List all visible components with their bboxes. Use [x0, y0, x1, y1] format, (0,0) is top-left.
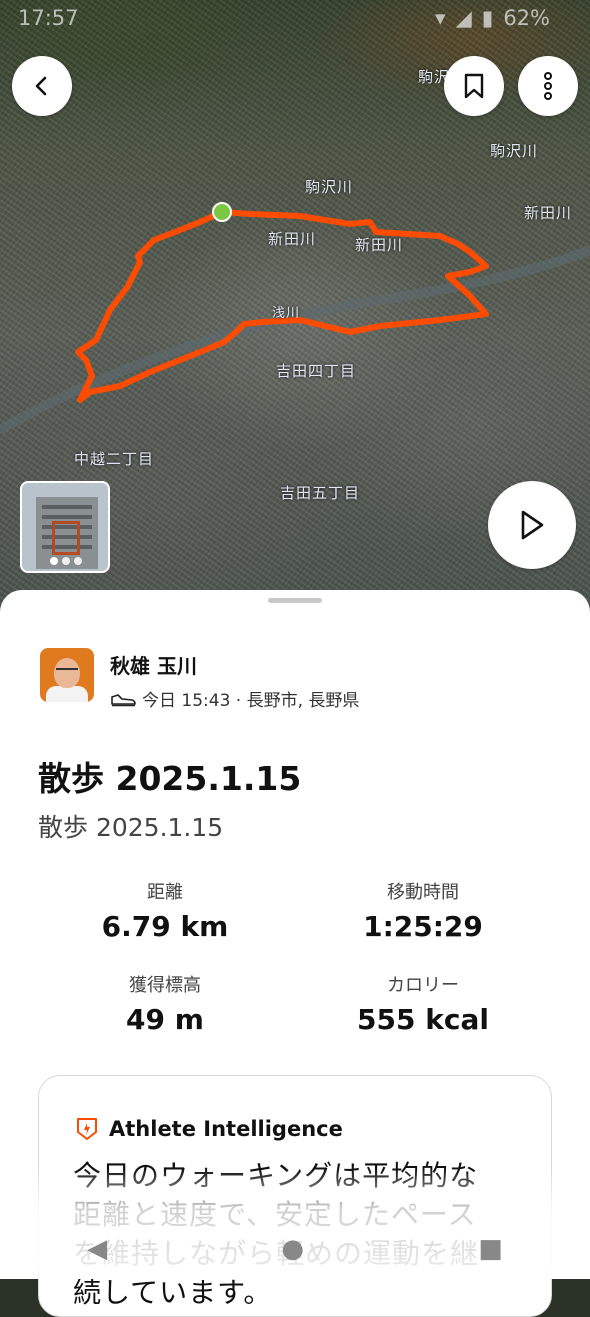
map-label: 新田川: [524, 204, 573, 222]
avatar-glasses: [56, 668, 78, 675]
stat-label: 獲得標高: [129, 975, 201, 996]
activity-meta: 今日 15:43 · 長野市, 長野県: [110, 686, 359, 711]
map-label: 吉田五丁目: [280, 484, 361, 502]
map-label: 新田川: [355, 236, 404, 254]
activity-sheet: 秋雄 玉川 今日 15:43 · 長野市, 長野県 散歩 2025.1.15 散…: [0, 590, 590, 1317]
stat-value: 6.79 km: [101, 910, 229, 943]
stat-elevation: 獲得標高 49 m: [55, 971, 275, 1036]
athlete-intelligence-icon: [77, 1118, 97, 1140]
ai-header: Athlete Intelligence: [75, 1116, 343, 1142]
bookmark-icon: [464, 73, 484, 99]
stat-value: 1:25:29: [363, 910, 483, 943]
stat-label: カロリー: [387, 975, 459, 996]
bookmark-button[interactable]: [444, 56, 504, 116]
play-flyover-button[interactable]: [488, 481, 576, 569]
map-label: 吉田四丁目: [276, 362, 357, 380]
nav-recents-icon[interactable]: ■: [478, 1234, 503, 1264]
map-label: 駒沢川: [490, 142, 539, 160]
system-nav-bar: ◀ ● ■: [0, 1219, 590, 1279]
battery-level: 62%: [503, 6, 550, 30]
more-options-button[interactable]: [518, 56, 578, 116]
photo-pager: [50, 557, 82, 565]
athlete-name[interactable]: 秋雄 玉川: [110, 650, 197, 679]
photo-scaffold: [52, 521, 80, 555]
photo-floors: [42, 505, 92, 509]
ai-title: Athlete Intelligence: [109, 1117, 343, 1141]
map-label: 新田川: [268, 230, 317, 248]
nav-back-icon[interactable]: ◀: [87, 1234, 107, 1264]
avatar[interactable]: [40, 648, 94, 702]
stat-moving-time: 移動時間 1:25:29: [313, 878, 533, 943]
river: [0, 245, 590, 435]
map-label: 浅川: [272, 306, 301, 321]
back-icon: [35, 76, 47, 96]
avatar-shirt: [46, 686, 88, 702]
activity-title: 散歩 2025.1.15: [38, 759, 302, 798]
map-label: 駒沢川: [305, 178, 354, 196]
stat-calories: カロリー 555 kcal: [313, 971, 533, 1036]
activity-description: 散歩 2025.1.15: [38, 813, 224, 842]
back-button[interactable]: [12, 56, 72, 116]
stat-value: 555 kcal: [357, 1003, 489, 1036]
stat-distance: 距離 6.79 km: [55, 878, 275, 943]
stat-label: 距離: [147, 882, 183, 903]
map-label: 中越二丁目: [74, 450, 155, 468]
photo-thumbnail[interactable]: [20, 481, 110, 573]
nav-home-icon[interactable]: ●: [281, 1234, 304, 1264]
shoe-icon: [111, 693, 136, 706]
stat-value: 49 m: [126, 1003, 204, 1036]
more-vertical-icon: [544, 72, 552, 100]
signal-icon: ◢: [455, 6, 472, 30]
sheet-handle[interactable]: [268, 598, 322, 603]
wifi-icon: ▾: [435, 6, 446, 30]
status-bar: 17:57 ▾ ◢ ▮ 62%: [18, 4, 550, 32]
stat-label: 移動時間: [387, 882, 459, 903]
battery-icon: ▮: [481, 6, 494, 30]
route-map[interactable]: 駒沢川 駒沢川 駒沢川 新田川 新田川 新田川 吉田四丁目 中越二丁目 吉田五丁…: [0, 0, 590, 610]
status-time: 17:57: [18, 6, 79, 30]
play-icon: [521, 510, 544, 540]
start-marker: [212, 202, 232, 222]
activity-meta-text: 今日 15:43 · 長野市, 長野県: [142, 691, 360, 711]
